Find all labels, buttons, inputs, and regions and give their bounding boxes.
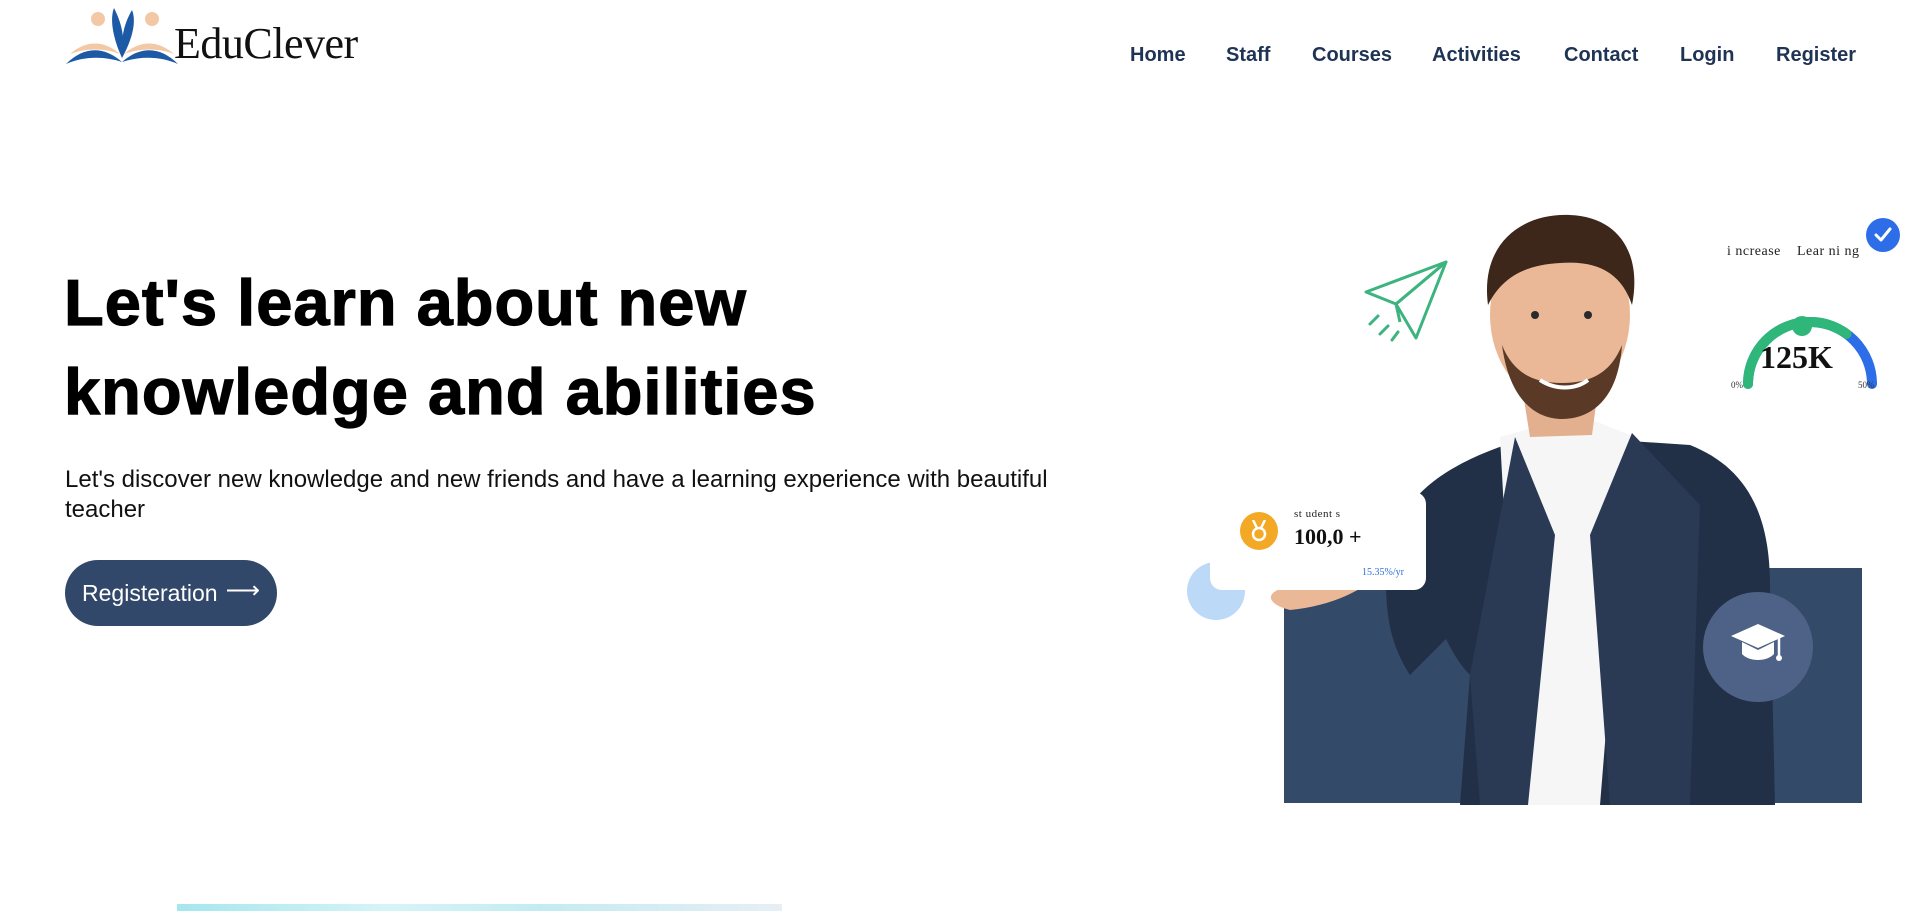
arrow-right-icon: ⟶ — [225, 577, 260, 604]
hero-title-line-1: Let's learn about new — [63, 265, 747, 339]
hero-title-line-2: knowledge and abilities — [63, 354, 817, 428]
registration-button[interactable]: Registeration ⟶ — [65, 560, 277, 626]
gauge-label-right: Lear ni ng — [1797, 244, 1860, 259]
students-rate: 15.35%/yr — [1362, 567, 1404, 578]
hero-title: Let's learn about new knowledge and abil… — [63, 258, 964, 436]
medal-icon — [1240, 512, 1278, 550]
gauge-label-left: i ncrease — [1727, 244, 1781, 259]
nav-activities[interactable]: Activities — [1432, 44, 1521, 67]
graduation-cap-badge — [1703, 592, 1813, 702]
hero-subtitle: Let's discover new knowledge and new fri… — [65, 466, 1048, 523]
next-section-image — [177, 904, 782, 911]
nav-register[interactable]: Register — [1776, 44, 1856, 67]
gauge-max-label: 50% — [1858, 380, 1875, 390]
brand-logo[interactable]: EduClever — [64, 4, 358, 70]
gauge-value: 125K — [1760, 339, 1833, 375]
nav-staff[interactable]: Staff — [1226, 44, 1270, 67]
nav-login[interactable]: Login — [1680, 44, 1734, 67]
students-value: 100,0 + — [1294, 524, 1362, 549]
gauge-min-label: 0% — [1731, 380, 1743, 390]
students-label: st udent s — [1294, 508, 1341, 520]
nav-contact[interactable]: Contact — [1564, 44, 1638, 67]
paper-plane-icon — [1364, 260, 1448, 342]
graduation-cap-icon — [1731, 624, 1785, 661]
check-icon — [1866, 218, 1900, 252]
nav-home[interactable]: Home — [1130, 44, 1186, 67]
educlever-logo-icon — [66, 8, 178, 64]
brand-name: EduClever — [174, 19, 358, 68]
nav-courses[interactable]: Courses — [1312, 44, 1392, 67]
registration-button-label: Registeration — [82, 579, 218, 606]
